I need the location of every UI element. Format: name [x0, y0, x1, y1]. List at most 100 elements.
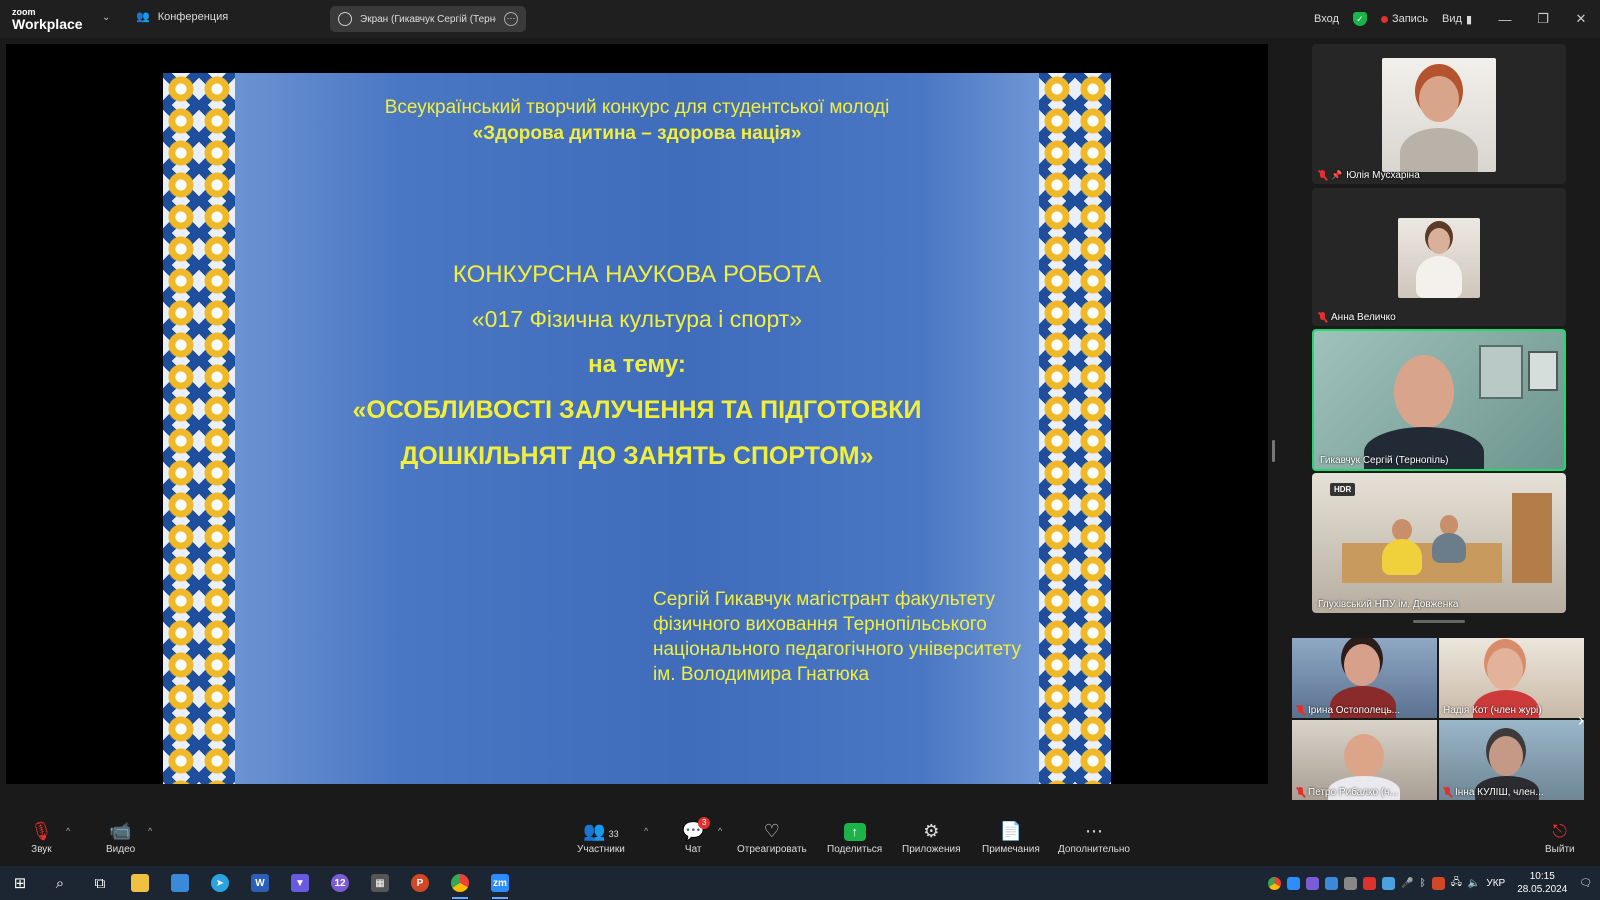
- meeting-info-button[interactable]: 👥 Конференция: [136, 10, 228, 24]
- more-label: Дополнительно: [1058, 844, 1130, 855]
- share-button[interactable]: ↑ Поделиться: [827, 820, 882, 855]
- audio-options-caret-icon[interactable]: ^: [66, 826, 70, 836]
- participant-name-label: Юлія Мусхаріна: [1346, 170, 1420, 181]
- chat-button[interactable]: 💬 3 Чат: [682, 817, 711, 855]
- slide-topic-line2: ДОШКІЛЬНЯТ ДО ЗАНЯТЬ СПОРТОМ»: [400, 442, 874, 470]
- gallery-tile[interactable]: Надія Кот (член журі): [1439, 638, 1584, 718]
- meeting-toolbar: 🎙 Звук ^ 📹 Видео ^ 👥 33 Участники ^ 💬 3 Ча…: [0, 816, 1600, 866]
- app-tray-icon[interactable]: [1431, 876, 1445, 890]
- gallery-tile[interactable]: Ірина Остополець...: [1292, 638, 1437, 718]
- gallery-tile[interactable]: Петро Рибалко (ч...: [1292, 720, 1437, 800]
- audio-button[interactable]: 🎙 Звук: [30, 820, 53, 855]
- volume-icon[interactable]: 🔈: [1468, 878, 1480, 889]
- zoom-logo[interactable]: zoom Workplace: [12, 7, 102, 31]
- task-view-icon[interactable]: ⧉: [80, 866, 120, 900]
- participant-name-label: Петро Рибалко (ч...: [1308, 787, 1398, 798]
- windows-start-icon[interactable]: ⊞: [0, 866, 40, 900]
- minimize-icon[interactable]: —: [1486, 12, 1524, 27]
- video-tile[interactable]: 📌 Юлія Мусхаріна: [1312, 44, 1566, 184]
- chrome-icon[interactable]: [440, 866, 480, 900]
- chevron-right-icon[interactable]: ›: [1578, 710, 1584, 731]
- title-bar-actions: Вход ✓ Запись Вид ▮ — ❐ ✕: [1314, 0, 1600, 38]
- video-tile-active-speaker[interactable]: Гикавчук Сергій (Тернопіль): [1312, 329, 1566, 471]
- close-icon[interactable]: ✕: [1562, 11, 1600, 27]
- avatar: [1394, 355, 1454, 429]
- author-line: Сергій Гикавчук магістрант факультету: [653, 589, 995, 610]
- mic-muted-icon: [1296, 705, 1305, 716]
- panel-resize-handle[interactable]: [1272, 440, 1275, 462]
- participants-caret-icon[interactable]: ^: [644, 826, 648, 836]
- scroll-indicator[interactable]: [1413, 620, 1465, 623]
- zoom-taskbar-icon[interactable]: zm: [480, 866, 520, 900]
- participant-name: 📌 Юлія Мусхаріна: [1318, 170, 1420, 181]
- app-tray-icon[interactable]: [1382, 876, 1396, 890]
- zoom-tray-icon[interactable]: [1287, 876, 1301, 890]
- app-icon[interactable]: [160, 866, 200, 900]
- camera-icon: 📹: [109, 821, 132, 841]
- shared-screen[interactable]: Всеукраїнський творчий конкурс для студе…: [6, 44, 1268, 784]
- video-button[interactable]: 📹 Видео: [106, 820, 135, 855]
- participants-button[interactable]: 👥 33 Участники: [577, 820, 625, 855]
- slide-subtitle: Всеукраїнський творчий конкурс для студе…: [384, 97, 890, 118]
- mic-tray-icon[interactable]: 🎤: [1401, 878, 1413, 889]
- participants-label: Участники: [577, 844, 625, 855]
- app-tray-icon[interactable]: [1363, 876, 1377, 890]
- security-shield-icon[interactable]: ✓: [1352, 12, 1367, 26]
- react-button[interactable]: ♡ Отреагировать: [737, 820, 807, 855]
- record-dot-icon: [1380, 15, 1388, 23]
- mic-muted-icon: [1296, 787, 1305, 798]
- notes-button[interactable]: 📄 Примечания: [982, 820, 1040, 855]
- video-editor-icon[interactable]: ▦: [360, 866, 400, 900]
- record-button[interactable]: Запись: [1380, 13, 1429, 25]
- keyboard-language[interactable]: УКР: [1486, 878, 1505, 889]
- search-icon[interactable]: ⌕: [40, 866, 80, 900]
- app-tray-icon[interactable]: [1344, 876, 1358, 890]
- video-tile[interactable]: Анна Величко: [1312, 188, 1566, 326]
- network-icon[interactable]: 🖧: [1451, 875, 1462, 892]
- vpn-icon[interactable]: ▼: [280, 866, 320, 900]
- share-status-icon: [338, 12, 352, 26]
- file-explorer-icon[interactable]: [120, 866, 160, 900]
- participant-name: Анна Величко: [1318, 312, 1396, 323]
- bluetooth-icon[interactable]: ᛒ: [1420, 878, 1426, 889]
- author-line: ім. Володимира Гнатюка: [653, 664, 870, 685]
- share-tab-label: Экран (Гикавчук Сергій (Терног: [360, 13, 496, 25]
- avatar-body: [1416, 256, 1462, 298]
- mic-muted-icon: [1318, 170, 1327, 181]
- leave-button[interactable]: ⎋ Выйти: [1545, 820, 1575, 855]
- screen-share-tab[interactable]: Экран (Гикавчук Сергій (Терног ···: [330, 6, 526, 32]
- gallery-tile[interactable]: Інна КУЛІШ, член...: [1439, 720, 1584, 800]
- telegram-icon[interactable]: ➤: [200, 866, 240, 900]
- more-icon[interactable]: ···: [504, 12, 518, 26]
- chevron-down-icon[interactable]: ⌄: [102, 12, 110, 23]
- author-line: національного педагогічного університету: [653, 639, 1022, 660]
- more-button[interactable]: ⋯ Дополнительно: [1058, 820, 1130, 855]
- app-tray-icon[interactable]: [1325, 876, 1339, 890]
- video-tile[interactable]: HDR Глухівський НПУ ім. Довженка: [1312, 473, 1566, 613]
- chat-label: Чат: [684, 844, 702, 855]
- participant-video: [1382, 58, 1496, 172]
- view-label: Вид: [1442, 13, 1462, 25]
- mic-muted-icon: 🎙: [30, 821, 53, 841]
- clock-time: 10:15: [1529, 871, 1555, 882]
- signin-button[interactable]: Вход: [1314, 13, 1339, 25]
- viber-tray-icon[interactable]: [1306, 876, 1320, 890]
- video-options-caret-icon[interactable]: ^: [148, 826, 152, 836]
- record-label: Запись: [1391, 13, 1429, 25]
- apps-button[interactable]: ⚙ Приложения: [902, 820, 961, 855]
- view-button[interactable]: Вид ▮: [1442, 13, 1472, 26]
- viber-icon[interactable]: 12: [320, 866, 360, 900]
- participant-name-label: Надія Кот (член журі): [1443, 705, 1542, 716]
- notifications-icon[interactable]: 🗨: [1579, 878, 1592, 889]
- avatar: [1344, 644, 1380, 686]
- clock[interactable]: 10:15 28.05.2024: [1517, 870, 1567, 896]
- restore-icon[interactable]: ❐: [1524, 11, 1562, 27]
- chat-caret-icon[interactable]: ^: [718, 826, 722, 836]
- share-screen-icon: ↑: [827, 820, 882, 842]
- word-icon[interactable]: W: [240, 866, 280, 900]
- wall-frame: [1528, 351, 1558, 391]
- chrome-tray-icon[interactable]: [1268, 876, 1282, 890]
- avatar: [1419, 76, 1459, 122]
- powerpoint-icon[interactable]: P: [400, 866, 440, 900]
- windows-taskbar: ⊞ ⌕ ⧉ ➤ W ▼ 12 ▦ P zm 🎤 ᛒ 🖧 🔈 УКР 10:15: [0, 866, 1600, 900]
